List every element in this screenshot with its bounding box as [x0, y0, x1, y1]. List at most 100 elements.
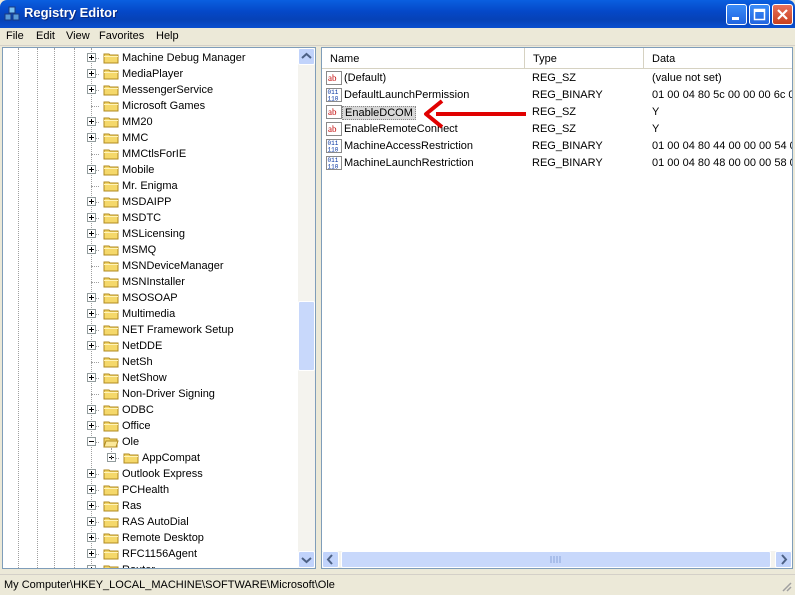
expand-toggle[interactable]: [87, 373, 96, 382]
scroll-left-button[interactable]: [322, 551, 339, 568]
minimize-button[interactable]: [726, 4, 747, 25]
expand-toggle[interactable]: [87, 517, 96, 526]
value-row[interactable]: 011 110 MachineLaunchRestriction REG_BINARY…: [322, 155, 792, 172]
expand-toggle[interactable]: [87, 501, 96, 510]
binary-value-icon: 011110: [326, 156, 342, 170]
tree-item-label: MSLicensing: [122, 228, 185, 240]
tree-item-label: Ras: [122, 500, 142, 512]
tree-item[interactable]: MessengerService: [3, 82, 299, 98]
value-row[interactable]: ab EnableDCOM REG_SZ Y: [322, 104, 792, 121]
values-list-pane[interactable]: Name Type Data ab (Default) REG_SZ (value n…: [321, 47, 793, 569]
tree-item[interactable]: NetDDE: [3, 338, 299, 354]
value-row[interactable]: 011 110 DefaultLaunchPermission REG_BINARY 0…: [322, 87, 792, 104]
expand-toggle[interactable]: [87, 69, 96, 78]
tree-item[interactable]: Outlook Express: [3, 466, 299, 482]
value-row[interactable]: ab EnableRemoteConnect REG_SZ Y: [322, 121, 792, 138]
tree-item[interactable]: MSDAIPP: [3, 194, 299, 210]
tree-item[interactable]: Router: [3, 562, 299, 568]
expand-toggle[interactable]: [87, 549, 96, 558]
expand-toggle[interactable]: [87, 197, 96, 206]
tree-item-label: MSDAIPP: [122, 196, 172, 208]
scroll-up-button[interactable]: [298, 48, 315, 65]
expand-toggle[interactable]: [87, 213, 96, 222]
folder-icon: [103, 229, 119, 240]
tree-item[interactable]: MM20: [3, 114, 299, 130]
tree-item[interactable]: ODBC: [3, 402, 299, 418]
value-type: REG_BINARY: [532, 89, 603, 101]
tree-item-label: MSMQ: [122, 244, 157, 256]
tree-item[interactable]: MMC: [3, 130, 299, 146]
scroll-thumb[interactable]: [341, 551, 771, 568]
tree-item[interactable]: Microsoft Games: [3, 98, 299, 114]
maximize-button[interactable]: [749, 4, 770, 25]
tree-item[interactable]: Mr. Enigma: [3, 178, 299, 194]
folder-icon: [103, 533, 119, 544]
expand-toggle[interactable]: [87, 53, 96, 62]
expand-toggle[interactable]: [87, 245, 96, 254]
tree-item[interactable]: Ras: [3, 498, 299, 514]
list-horizontal-scrollbar[interactable]: [322, 551, 792, 568]
tree-item[interactable]: Office: [3, 418, 299, 434]
expand-toggle[interactable]: [87, 421, 96, 430]
tree-item[interactable]: RFC1156Agent: [3, 546, 299, 562]
column-header-type[interactable]: Type: [525, 48, 644, 68]
tree-item[interactable]: NET Framework Setup: [3, 322, 299, 338]
expand-toggle[interactable]: [87, 485, 96, 494]
value-row[interactable]: 011 110 MachineAccessRestriction REG_BINARY…: [322, 138, 792, 155]
close-button[interactable]: [772, 4, 793, 25]
tree-item[interactable]: MediaPlayer: [3, 66, 299, 82]
tree-item[interactable]: MMCtlsForIE: [3, 146, 299, 162]
tree-item[interactable]: AppCompat: [3, 450, 299, 466]
value-row[interactable]: ab (Default) REG_SZ (value not set): [322, 70, 792, 87]
expand-toggle[interactable]: [87, 165, 96, 174]
scroll-down-button[interactable]: [298, 551, 315, 568]
tree-item[interactable]: Non-Driver Signing: [3, 386, 299, 402]
tree-vertical-scrollbar[interactable]: [298, 48, 315, 568]
menu-view[interactable]: View: [66, 30, 90, 42]
expand-toggle[interactable]: [87, 325, 96, 334]
expand-toggle[interactable]: [87, 405, 96, 414]
tree-item[interactable]: NetSh: [3, 354, 299, 370]
tree-item[interactable]: PCHealth: [3, 482, 299, 498]
tree-item[interactable]: MSMQ: [3, 242, 299, 258]
expand-toggle[interactable]: [87, 533, 96, 542]
folder-icon: [103, 245, 119, 256]
scroll-thumb[interactable]: [298, 301, 315, 371]
tree-item[interactable]: RAS AutoDial: [3, 514, 299, 530]
tree-item-label: AppCompat: [142, 452, 201, 464]
menu-edit[interactable]: Edit: [36, 30, 55, 42]
expand-toggle[interactable]: [87, 293, 96, 302]
resize-grip-icon[interactable]: [780, 580, 792, 592]
tree-item[interactable]: NetShow: [3, 370, 299, 386]
tree-item[interactable]: MSLicensing: [3, 226, 299, 242]
tree-item[interactable]: MSNInstaller: [3, 274, 299, 290]
expand-toggle[interactable]: [87, 133, 96, 142]
tree-item-label: Remote Desktop: [122, 532, 204, 544]
expand-toggle[interactable]: [87, 309, 96, 318]
tree-item[interactable]: MSNDeviceManager: [3, 258, 299, 274]
tree-item[interactable]: Remote Desktop: [3, 530, 299, 546]
expand-toggle[interactable]: [87, 85, 96, 94]
expand-toggle[interactable]: [87, 341, 96, 350]
collapse-toggle[interactable]: [87, 437, 96, 446]
tree-item[interactable]: MSOSOAP: [3, 290, 299, 306]
key-tree-pane[interactable]: Machine Debug Manager MediaPlayer Messenge…: [2, 47, 316, 569]
tree-item[interactable]: Mobile: [3, 162, 299, 178]
tree-item[interactable]: Machine Debug Manager: [3, 50, 299, 66]
expand-toggle[interactable]: [87, 565, 96, 568]
menu-favorites[interactable]: Favorites: [99, 30, 144, 42]
tree-item-label: Ole: [122, 436, 140, 448]
tree-item[interactable]: Ole: [3, 434, 299, 450]
folder-icon: [103, 485, 119, 496]
tree-item[interactable]: Multimedia: [3, 306, 299, 322]
menu-file[interactable]: File: [6, 30, 24, 42]
scroll-right-button[interactable]: [775, 551, 792, 568]
title-bar[interactable]: Registry Editor: [0, 0, 795, 28]
column-header-data[interactable]: Data: [644, 48, 792, 68]
menu-help[interactable]: Help: [156, 30, 179, 42]
expand-toggle[interactable]: [87, 469, 96, 478]
tree-item[interactable]: MSDTC: [3, 210, 299, 226]
column-header-name[interactable]: Name: [322, 48, 525, 68]
expand-toggle[interactable]: [87, 229, 96, 238]
expand-toggle[interactable]: [87, 117, 96, 126]
